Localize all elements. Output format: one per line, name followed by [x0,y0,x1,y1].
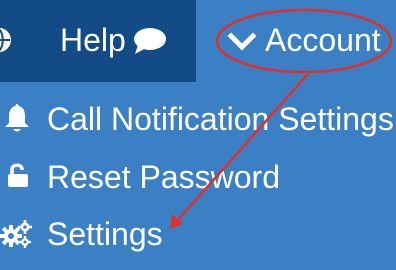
account-dropdown-menu: Call Notification Settings Reset Passwor… [0,82,396,270]
account-menu-toggle[interactable]: Account [196,0,396,82]
unlock-icon [8,163,28,187]
chat-bubble-icon [134,28,166,54]
menu-item-label: Reset Password [47,159,280,195]
cogs-icon [0,220,32,248]
menu-item-reset-password[interactable]: Reset Password [0,152,396,202]
top-navigation-bar: Help Account [0,0,396,82]
help-label: Help [60,22,126,58]
bell-icon [5,104,29,132]
globe-icon [0,28,11,52]
help-tab[interactable]: Help [0,0,196,82]
menu-item-label: Call Notification Settings [47,101,394,137]
menu-item-label: Settings [47,216,163,252]
account-label: Account [265,22,381,58]
chevron-down-icon [228,32,256,51]
menu-item-settings[interactable]: Settings [0,209,396,259]
menu-item-call-notification-settings[interactable]: Call Notification Settings [0,94,396,144]
